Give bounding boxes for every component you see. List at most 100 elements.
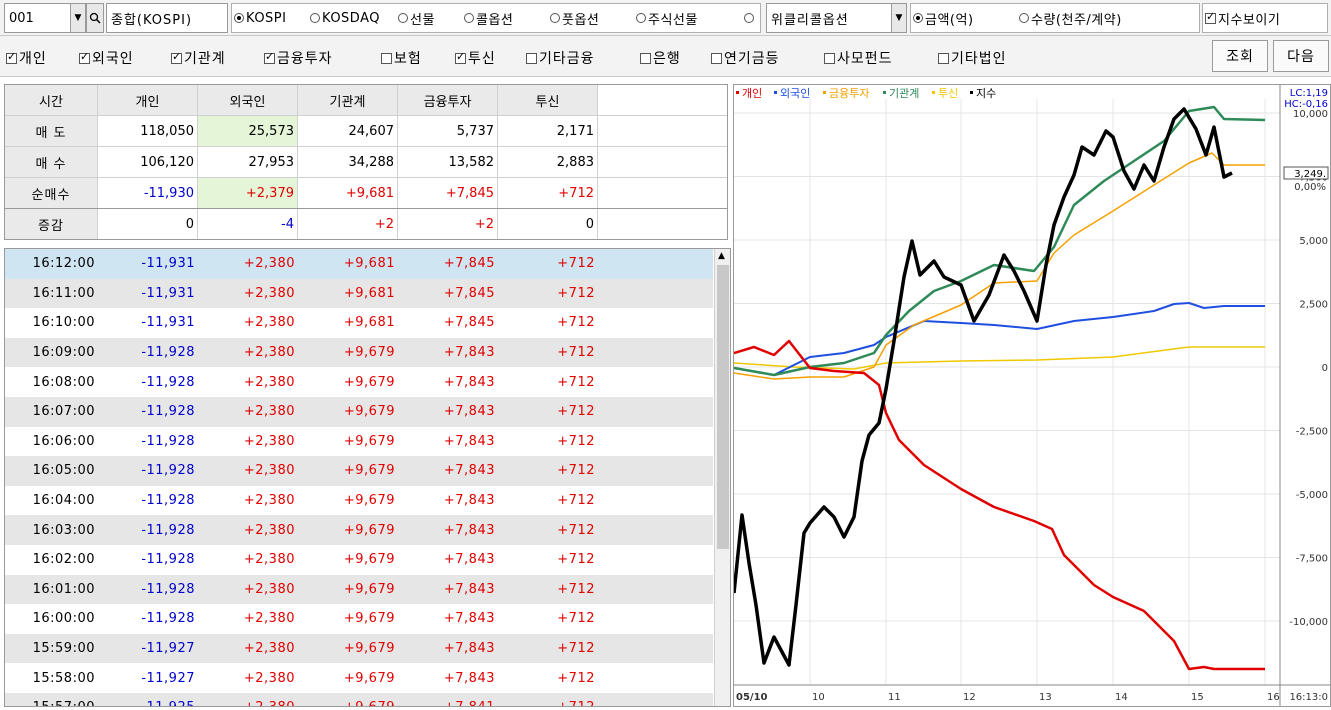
code-dropdown-button[interactable]: ▼ xyxy=(70,3,86,33)
radio-stock-futures-label: 주식선물 xyxy=(648,12,698,28)
cell-value: 2,171 xyxy=(498,116,598,146)
table-row[interactable]: 16:06:00 -11,928 +2,380 +9,679 +7,843 +712 xyxy=(5,426,713,457)
next-button[interactable]: 다음 xyxy=(1273,40,1329,72)
legend-label: 기관계 xyxy=(889,87,919,100)
search-query-button[interactable]: 조회 xyxy=(1212,40,1268,72)
show-index-checkbox[interactable]: 지수보이기 xyxy=(1205,4,1280,32)
radio-weekly[interactable] xyxy=(744,4,756,32)
row-value: +7,845 xyxy=(443,315,495,331)
investor-chart: 10,0007,5005,0002,5000-2,500-5,000-7,500… xyxy=(732,84,1331,707)
timeline-list[interactable]: 16:12:00 -11,931 +2,380 +9,681 +7,845 +712 16:… xyxy=(4,248,731,707)
cell-value: 5,737 xyxy=(398,116,498,146)
row-value: +712 xyxy=(557,256,595,272)
option-select-value: 위클리콜옵션 xyxy=(771,12,849,28)
checkbox-individual-label: 개인 xyxy=(19,51,47,67)
radio-stock-futures[interactable]: 주식선물 xyxy=(636,4,698,32)
show-index-label: 지수보이기 xyxy=(1218,12,1281,28)
row-value: +7,843 xyxy=(443,641,495,657)
row-value: +2,380 xyxy=(243,611,295,627)
table-row[interactable]: 16:08:00 -11,928 +2,380 +9,679 +7,843 +712 xyxy=(5,367,713,397)
row-value: +9,679 xyxy=(343,463,395,479)
row-value: +2,380 xyxy=(243,285,295,301)
x-tick-label: 13 xyxy=(1039,692,1052,703)
radio-amount[interactable]: 금액(억) xyxy=(913,4,974,32)
row-value: +9,681 xyxy=(343,256,395,272)
row-value: -11,927 xyxy=(141,670,195,686)
table-row[interactable]: 15:58:00 -11,927 +2,380 +9,679 +7,843 +712 xyxy=(5,663,713,693)
x-tick-label: 10 xyxy=(812,692,825,703)
radio-put-option[interactable]: 풋옵션 xyxy=(550,4,599,32)
checkbox-fin-investment[interactable]: 금융투자 xyxy=(264,48,333,68)
checkbox-other-corp[interactable]: 기타법인 xyxy=(938,48,1007,68)
checkbox-pension[interactable]: 연기금등 xyxy=(711,48,780,68)
checkbox-private-fund[interactable]: 사모펀드 xyxy=(824,48,893,68)
row-time: 16:04:00 xyxy=(32,493,95,509)
scrollbar-thumb[interactable] xyxy=(717,265,729,549)
table-row[interactable]: 16:12:00 -11,931 +2,380 +9,681 +7,845 +712 xyxy=(5,249,713,279)
table-row[interactable]: 16:10:00 -11,931 +2,380 +9,681 +7,845 +712 xyxy=(5,308,713,338)
table-row[interactable]: 16:02:00 -11,928 +2,380 +9,679 +7,843 +712 xyxy=(5,545,713,575)
table-row[interactable]: 16:11:00 -11,931 +2,380 +9,681 +7,845 +712 xyxy=(5,278,713,309)
cell-value: 0 xyxy=(98,209,198,239)
investor-filter-bar: 개인 외국인 기관계 금융투자 보험 투신 기타금융 은행 연기금등 사모펀드 … xyxy=(0,36,1331,77)
table-row[interactable]: 15:59:00 -11,927 +2,380 +9,679 +7,843 +712 xyxy=(5,633,713,664)
scroll-up-icon[interactable]: ▲ xyxy=(718,251,725,261)
radio-call-option-indicator xyxy=(464,13,474,23)
legend-swatch xyxy=(823,91,826,94)
radio-call-option[interactable]: 콜옵션 xyxy=(464,4,513,32)
checkbox-insurance[interactable]: 보험 xyxy=(381,48,422,68)
checkbox-institution[interactable]: 기관계 xyxy=(171,48,226,68)
row-value: +7,843 xyxy=(443,552,495,568)
option-dropdown-button[interactable]: ▼ xyxy=(891,3,907,33)
checkbox-institution-label: 기관계 xyxy=(184,51,226,67)
y-tick-label: -7,500 xyxy=(1296,554,1328,565)
series-institution xyxy=(733,105,1266,377)
row-value: +2,380 xyxy=(243,404,295,420)
summary-row-sell: 매 도 118,050 25,573 24,607 5,737 2,171 xyxy=(5,116,727,147)
radio-futures[interactable]: 선물 xyxy=(398,4,435,32)
checkbox-other-corp-box xyxy=(938,52,949,64)
summary-header-row: 시간 개인 외국인 기관계 금융투자 투신 xyxy=(5,85,727,116)
row-value: +7,845 xyxy=(443,256,495,272)
row-value: +712 xyxy=(557,345,595,361)
option-select[interactable]: 위클리콜옵션 xyxy=(766,3,892,33)
cell-value: +7,845 xyxy=(398,178,498,208)
table-row[interactable]: 15:57:00-11,925+2,380+9,679+7,841+712 xyxy=(5,693,713,706)
table-row[interactable]: 16:09:00 -11,928 +2,380 +9,679 +7,843 +712 xyxy=(5,337,713,368)
legend-label: 개인 xyxy=(742,87,762,100)
radio-kospi[interactable]: KOSPI xyxy=(234,4,286,32)
table-row[interactable]: 16:07:00 -11,928 +2,380 +9,679 +7,843 +712 xyxy=(5,397,713,427)
table-row[interactable]: 16:04:00 -11,928 +2,380 +9,679 +7,843 +712 xyxy=(5,485,713,516)
row-time: 16:02:00 xyxy=(32,552,95,568)
vertical-scrollbar[interactable]: ▲ xyxy=(714,249,730,706)
legend-label: 투신 xyxy=(938,87,958,100)
radio-kosdaq-indicator xyxy=(310,13,320,23)
table-row[interactable]: 16:05:00 -11,928 +2,380 +9,679 +7,843 +712 xyxy=(5,456,713,486)
row-value: +712 xyxy=(557,493,595,509)
row-value: -11,928 xyxy=(141,345,195,361)
cell-value: 25,573 xyxy=(198,116,298,146)
code-input[interactable]: 001 xyxy=(4,3,72,33)
search-button[interactable] xyxy=(86,3,104,33)
table-row[interactable]: 16:03:00 -11,928 +2,380 +9,679 +7,843 +712 xyxy=(5,515,713,545)
radio-kosdaq[interactable]: KOSDAQ xyxy=(310,4,380,32)
row-value: +7,843 xyxy=(443,345,495,361)
row-value: +9,679 xyxy=(343,611,395,627)
checkbox-individual[interactable]: 개인 xyxy=(6,48,47,68)
table-row[interactable]: 16:01:00 -11,928 +2,380 +9,679 +7,843 +712 xyxy=(5,574,713,605)
checkbox-foreign[interactable]: 외국인 xyxy=(79,48,134,68)
radio-quantity[interactable]: 수량(천주/계약) xyxy=(1019,4,1122,32)
checkbox-bank[interactable]: 은행 xyxy=(640,48,681,68)
row-value: +712 xyxy=(557,611,595,627)
row-time: 16:05:00 xyxy=(32,463,95,479)
checkbox-trust[interactable]: 투신 xyxy=(455,48,496,68)
row-value: +712 xyxy=(557,285,595,301)
cell-value: 0 xyxy=(498,209,598,239)
table-row[interactable]: 16:00:00 -11,928 +2,380 +9,679 +7,843 +712 xyxy=(5,604,713,634)
radio-kospi-indicator xyxy=(234,13,244,23)
row-value: +9,679 xyxy=(343,641,395,657)
time-label: 16:13:0 xyxy=(1289,692,1328,703)
row-value: +2,380 xyxy=(243,345,295,361)
checkbox-other-finance[interactable]: 기타금융 xyxy=(526,48,595,68)
row-value: +712 xyxy=(557,463,595,479)
